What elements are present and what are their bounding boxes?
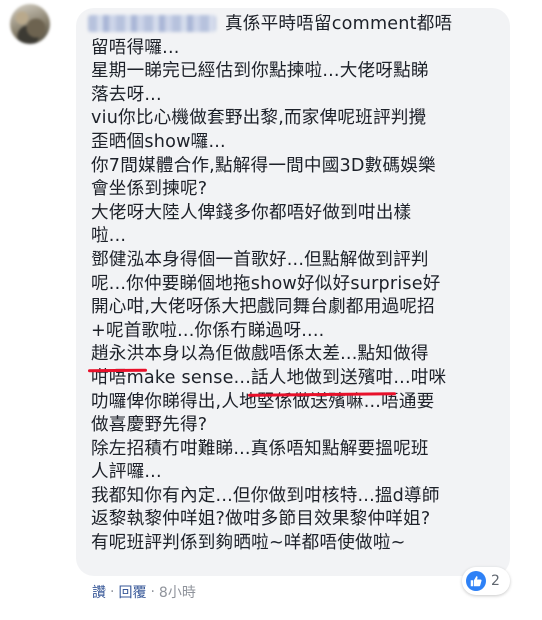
red-underline-highlight: 趙永洪	[91, 343, 144, 367]
comment-line: 開心咁,大佬呀係大把戲同舞台劇都用過呢招	[91, 297, 435, 318]
comment-line: 呢...你仲要睇個地拖show好似好surprise好	[91, 273, 441, 294]
thumbs-up-icon	[466, 571, 486, 591]
comment-line: +呢首歌啦...你係冇睇過呀....	[91, 320, 325, 341]
comment-line: 有呢班評判係到夠晒啦~咩都唔使做啦~	[91, 533, 406, 554]
comment-line: 星期一睇完已經估到你點揀啦...大佬呀點睇	[91, 61, 429, 82]
separator-dot: ·	[150, 584, 155, 600]
comment-line: 大佬呀大陸人俾錢多你都唔好做到咁出樣	[91, 202, 412, 223]
reactions-summary[interactable]: 2	[462, 567, 510, 595]
comment-line-rest: ...咁咪	[393, 367, 447, 388]
comment-line: 真係平時唔留comment都唔	[225, 14, 453, 34]
comment-line: 歪晒個show囉...	[91, 131, 226, 152]
like-link[interactable]: 讚	[92, 582, 106, 602]
comment-line-rest: 本身以為佢做戲唔係太差...點知做得	[144, 344, 429, 365]
comment-line: 做喜慶野先得?	[91, 415, 208, 436]
comment-line: 鄧健泓本身得個一首歌好...但點解做到評判	[91, 249, 429, 270]
comment-actions: 讚 · 回覆 · 8小時	[92, 582, 196, 602]
commenter-avatar[interactable]	[10, 4, 50, 44]
timestamp[interactable]: 8小時	[159, 582, 196, 602]
comment-line: 返黎執黎仲咩姐?做咁多節目效果黎仲咩姐?	[91, 509, 431, 530]
separator-dot: ·	[110, 584, 115, 600]
comment-line: 啦...	[91, 226, 127, 247]
comment-line: 人評囉...	[91, 462, 162, 483]
comment-line: 你7間媒體合作,點解得一間中國3D數碼娛樂	[91, 155, 436, 176]
comment-line-highlighted: 咁唔make sense...話人地做到送殯咁...咁咪	[91, 367, 507, 391]
comment-line: viu你比心機做套野出黎,而家俾呢班評判攪	[91, 108, 427, 129]
reply-link[interactable]: 回覆	[118, 582, 146, 602]
comment-line: 我都知你有內定...但你做到咁核特...搵d導師	[91, 485, 440, 506]
comment-line-highlighted: 趙永洪本身以為佢做戲唔係太差...點知做得	[91, 343, 507, 367]
comment-line: 除左招積冇咁難睇...真係唔知點解要搵呢班	[91, 438, 429, 459]
comment-line: 落去呀...	[91, 84, 162, 105]
comment-line: 會坐係到揀呢?	[91, 179, 208, 200]
reaction-count: 2	[491, 573, 500, 589]
comment-text: 真係平時唔留comment都唔 留唔得囉... 星期一睇完已經估到你點揀啦...…	[91, 13, 507, 556]
red-underline-highlight: 話人地做到送殯咁	[251, 367, 393, 391]
comment-line: 留唔得囉...	[91, 37, 180, 58]
